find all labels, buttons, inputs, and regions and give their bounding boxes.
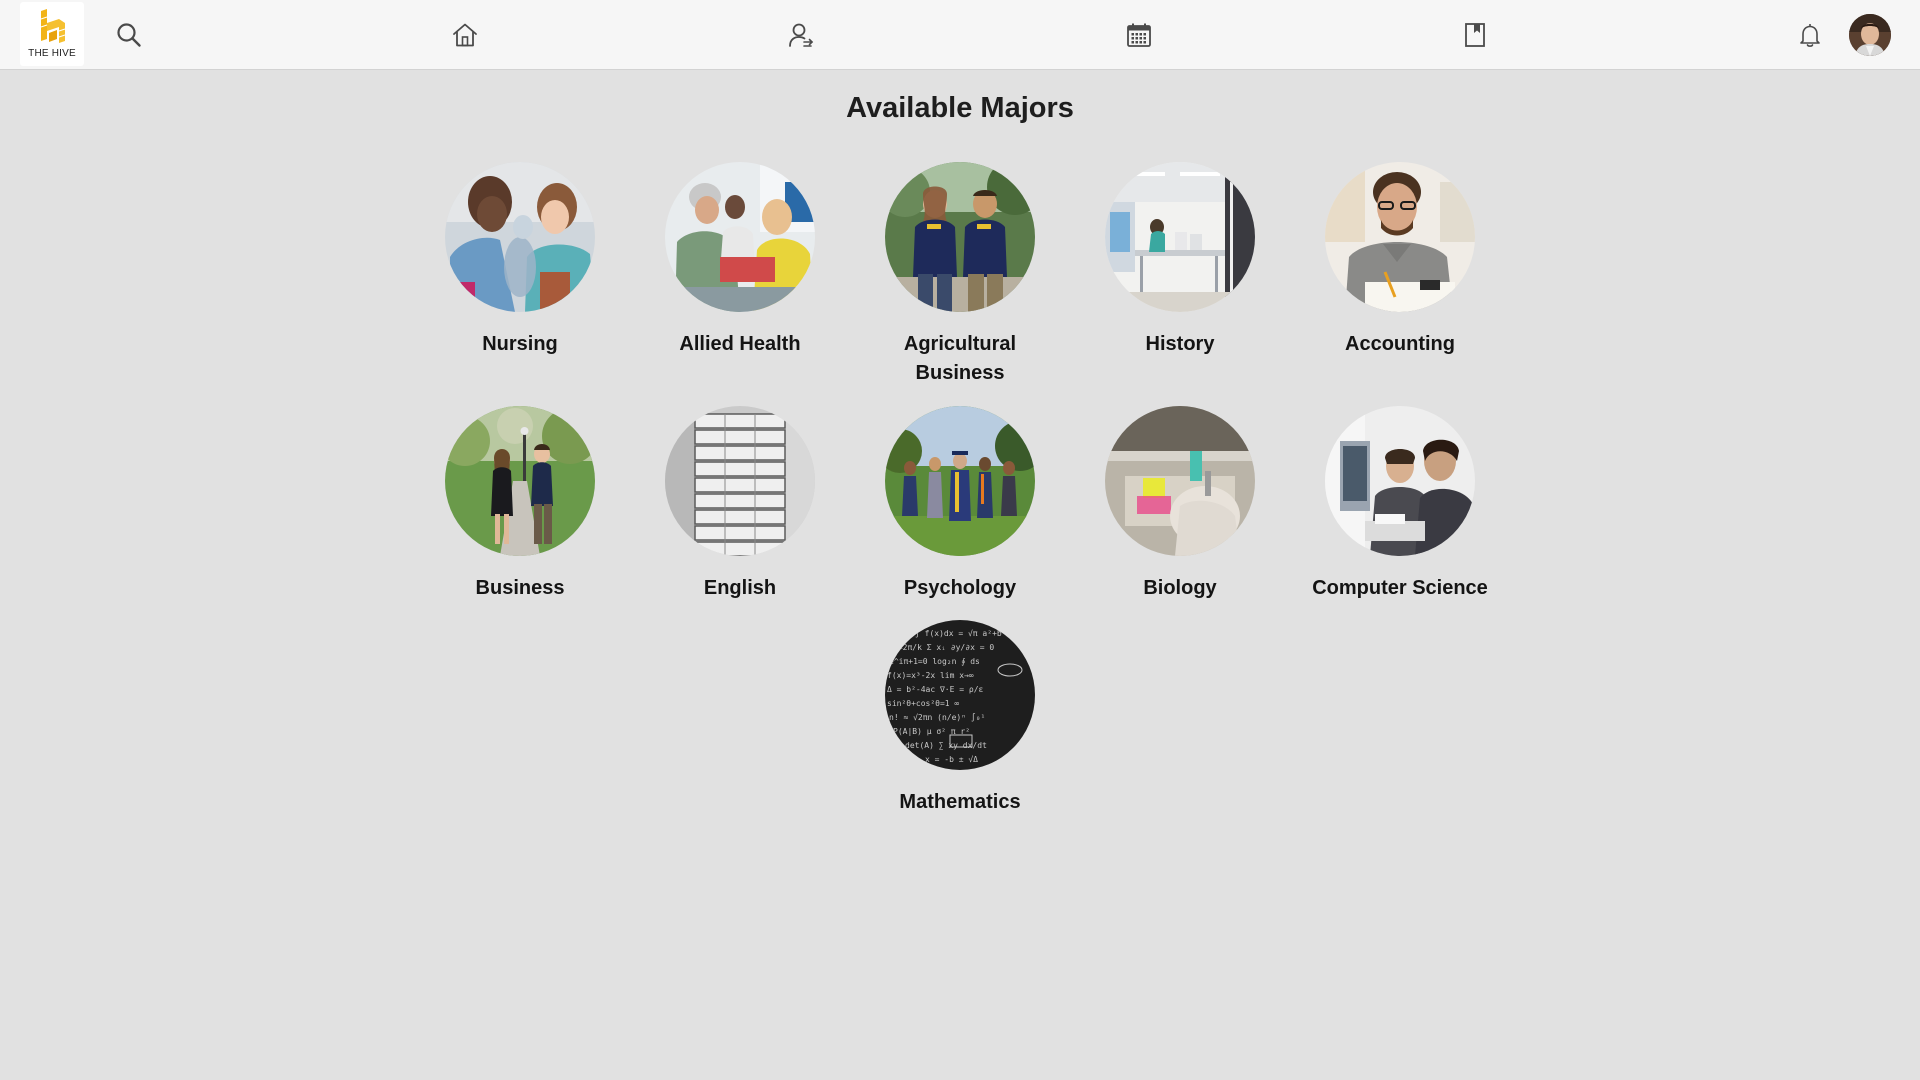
user-connect-icon [789,23,814,47]
major-label: Biology [1143,577,1217,599]
major-image-computer-science [1325,406,1475,556]
svg-text:e^iπ+1=0 log₂n ∮ ds: e^iπ+1=0 log₂n ∮ ds [889,657,980,666]
major-label: Psychology [903,577,1017,599]
hive-logo[interactable]: THE HIVE [20,2,84,66]
major-card-history[interactable]: History [1070,162,1290,359]
major-image-history [1105,162,1255,312]
major-label: Agricultural Business [903,333,1017,384]
major-label: Allied Health [679,333,801,355]
user-avatar-photo [1849,14,1891,56]
svg-text:sin²θ+cos²θ=1 ∞: sin²θ+cos²θ=1 ∞ [887,699,959,708]
top-navigation-bar: THE HIVE [0,0,1920,70]
major-image-english [665,406,815,556]
major-card-english[interactable]: English [630,406,850,603]
bell-icon [1800,24,1820,47]
major-image-accounting [1325,162,1475,312]
major-label: History [1145,333,1215,355]
major-image-nursing [445,162,595,312]
svg-text:x = -b ± √Δ: x = -b ± √Δ [925,755,978,764]
major-card-psychology[interactable]: Psychology [850,406,1070,603]
major-card-mathematics[interactable]: ∫ f(x)dx = √π a²+b² λ=2π/k Σ xᵢ ∂y/∂x = … [850,620,1070,817]
svg-text:n! ≈ √2πn (n/e)ⁿ ∫₀¹: n! ≈ √2πn (n/e)ⁿ ∫₀¹ [889,713,985,722]
major-card-accounting[interactable]: Accounting [1290,162,1510,359]
bookmark-icon [1465,23,1485,47]
connections-nav-button[interactable] [784,18,818,52]
home-icon [453,23,477,47]
svg-text:λ=2π/k Σ xᵢ ∂y/∂x = 0: λ=2π/k Σ xᵢ ∂y/∂x = 0 [893,643,994,652]
svg-text:det(A) ∑ xy dx/dt: det(A) ∑ xy dx/dt [905,741,987,750]
home-nav-button[interactable] [448,18,482,52]
search-icon [117,23,141,47]
major-card-business[interactable]: Business [410,406,630,603]
major-card-agricultural-business[interactable]: Agricultural Business [850,162,1070,388]
notifications-button[interactable] [1793,18,1827,52]
svg-text:f(x)=x³-2x lim x→∞: f(x)=x³-2x lim x→∞ [887,671,974,680]
calendar-icon [1127,23,1151,47]
major-image-biology [1105,406,1255,556]
svg-text:Δ = b²-4ac ∇·E = ρ/ε: Δ = b²-4ac ∇·E = ρ/ε [887,685,984,694]
search-button[interactable] [112,18,146,52]
major-label: English [703,577,777,599]
bookmarks-nav-button[interactable] [1458,18,1492,52]
major-card-computer-science[interactable]: Computer Science [1290,406,1510,603]
major-label: Computer Science [1312,577,1488,599]
user-avatar[interactable] [1849,14,1891,56]
major-label: Business [475,577,565,599]
hive-logo-icon [40,9,66,43]
major-image-psychology [885,406,1035,556]
svg-text:∫ f(x)dx = √π a²+b²: ∫ f(x)dx = √π a²+b² [915,629,1007,638]
major-card-allied-health[interactable]: Allied Health [630,162,850,359]
logo-text: THE HIVE [28,48,76,59]
major-label: Mathematics [899,791,1021,813]
calendar-nav-button[interactable] [1122,18,1156,52]
major-card-nursing[interactable]: Nursing [410,162,630,359]
major-card-biology[interactable]: Biology [1070,406,1290,603]
page-title: Available Majors [846,92,1074,124]
major-image-allied-health [665,162,815,312]
major-image-mathematics: ∫ f(x)dx = √π a²+b² λ=2π/k Σ xᵢ ∂y/∂x = … [885,620,1035,770]
major-image-business [445,406,595,556]
major-label: Accounting [1345,333,1455,355]
major-image-agricultural-business [885,162,1035,312]
major-label: Nursing [482,333,558,355]
